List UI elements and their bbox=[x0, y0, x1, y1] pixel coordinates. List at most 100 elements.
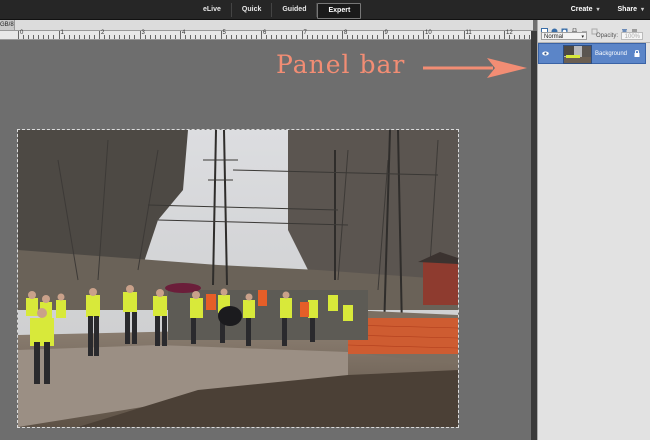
ruler-major-tick bbox=[180, 31, 181, 39]
ruler-minor-tick bbox=[240, 35, 242, 39]
layer-lock-icon[interactable] bbox=[634, 50, 640, 57]
mode-switcher: eLive Quick Guided Expert bbox=[193, 3, 362, 19]
ruler-minor-tick bbox=[347, 35, 349, 39]
ruler-minor-tick bbox=[144, 35, 146, 39]
ruler-minor-tick bbox=[245, 35, 247, 39]
ruler-minor-tick bbox=[458, 35, 460, 39]
ruler-minor-tick bbox=[316, 35, 318, 39]
layer-row-background[interactable]: Background bbox=[538, 43, 646, 64]
lock-all-icon[interactable] bbox=[581, 22, 588, 35]
ruler-minor-tick bbox=[266, 35, 268, 39]
mode-quick-button[interactable]: Quick bbox=[232, 3, 273, 17]
lock-icon[interactable] bbox=[571, 22, 578, 35]
delete-layer-icon[interactable] bbox=[621, 22, 628, 35]
blend-mode-select[interactable]: Normal ▾ bbox=[541, 32, 587, 40]
ruler-minor-tick bbox=[225, 35, 227, 39]
panel-toolbar bbox=[538, 20, 650, 35]
blend-mode-value: Normal bbox=[544, 34, 564, 40]
ruler-minor-tick bbox=[336, 35, 338, 39]
ruler-minor-tick bbox=[291, 35, 293, 39]
ruler-minor-tick bbox=[109, 35, 111, 39]
ruler-minor-tick bbox=[438, 35, 440, 39]
document-tab[interactable]: GB/8) bbox=[0, 20, 15, 30]
ruler-minor-tick bbox=[124, 35, 126, 39]
photo-content bbox=[18, 130, 458, 427]
opacity-field[interactable]: 100% bbox=[621, 32, 643, 40]
ruler-minor-tick bbox=[357, 35, 359, 39]
ruler-major-tick bbox=[18, 31, 19, 39]
ruler-minor-tick bbox=[352, 35, 354, 39]
ruler-minor-tick bbox=[362, 35, 364, 39]
ruler-minor-tick bbox=[73, 35, 75, 39]
ruler-minor-tick bbox=[235, 35, 237, 39]
ruler-minor-tick bbox=[271, 35, 273, 39]
ruler-minor-tick bbox=[43, 35, 45, 39]
layer-name: Background bbox=[595, 51, 628, 57]
ruler-major-tick bbox=[99, 31, 100, 39]
fill-adjustment-icon[interactable] bbox=[551, 22, 558, 35]
ruler-minor-tick bbox=[498, 35, 500, 39]
layer-options: Normal ▾ Opacity: 100% bbox=[538, 31, 650, 43]
mode-bar: eLive Quick Guided Expert Create ▾ Share ▾ bbox=[0, 0, 650, 20]
ruler-minor-tick bbox=[215, 35, 217, 39]
ruler-minor-tick bbox=[230, 35, 232, 39]
ruler-minor-tick bbox=[114, 35, 116, 39]
ruler-minor-tick bbox=[311, 35, 313, 39]
ruler-minor-tick bbox=[38, 35, 40, 39]
ruler-minor-tick bbox=[195, 35, 197, 39]
panel-menu-icon[interactable] bbox=[631, 22, 638, 35]
ruler-minor-tick bbox=[372, 35, 374, 39]
ruler-major-tick bbox=[261, 31, 262, 39]
mode-guided-button[interactable]: Guided bbox=[272, 3, 318, 17]
annotation-arrow-icon bbox=[423, 58, 527, 78]
ruler-minor-tick bbox=[387, 35, 389, 39]
create-chevron-icon: ▾ bbox=[596, 7, 600, 13]
share-button[interactable]: Share ▾ bbox=[618, 3, 644, 17]
ruler-minor-tick bbox=[402, 35, 404, 39]
ruler-minor-tick bbox=[276, 35, 278, 39]
layer-mask-icon[interactable] bbox=[561, 22, 568, 35]
ruler-minor-tick bbox=[493, 35, 495, 39]
visibility-eye-icon[interactable] bbox=[542, 50, 549, 57]
ruler-minor-tick bbox=[321, 35, 323, 39]
document-image[interactable] bbox=[17, 129, 459, 428]
ruler-minor-tick bbox=[78, 35, 80, 39]
ruler-minor-tick bbox=[377, 35, 379, 39]
layer-thumbnail bbox=[563, 45, 592, 64]
ruler-minor-tick bbox=[286, 35, 288, 39]
create-label: Create bbox=[570, 6, 593, 13]
ruler-major-tick bbox=[301, 31, 303, 39]
new-layer-icon[interactable] bbox=[541, 22, 548, 35]
ruler-minor-tick bbox=[164, 35, 166, 39]
ruler-minor-tick bbox=[185, 35, 187, 39]
ruler-minor-tick bbox=[53, 35, 55, 39]
ruler-minor-tick bbox=[448, 35, 450, 39]
ruler-minor-tick bbox=[417, 35, 419, 39]
opacity-label: Opacity: bbox=[596, 33, 619, 39]
ruler-major-tick bbox=[423, 31, 424, 39]
ruler-minor-tick bbox=[326, 35, 328, 39]
horizontal-ruler[interactable]: 0 1 2 3 4 5 6 7 8 9 10 11 12 bbox=[0, 30, 533, 40]
ruler-minor-tick bbox=[367, 35, 369, 39]
ruler-minor-tick bbox=[48, 35, 50, 39]
ruler-minor-tick bbox=[83, 35, 85, 39]
create-button[interactable]: Create ▾ bbox=[571, 3, 600, 17]
layers-panel: Normal ▾ Opacity: 100% Background bbox=[537, 20, 650, 440]
mode-expert-button[interactable]: Expert bbox=[317, 3, 362, 19]
ruler-minor-tick bbox=[68, 35, 70, 39]
ruler-minor-tick bbox=[509, 35, 511, 39]
ruler-minor-tick bbox=[88, 35, 90, 39]
ruler-minor-tick bbox=[159, 35, 161, 39]
ruler-minor-tick bbox=[428, 35, 430, 39]
ruler-minor-tick bbox=[250, 35, 252, 39]
ruler-minor-tick bbox=[412, 35, 414, 39]
ruler-minor-tick bbox=[149, 35, 151, 39]
ruler-minor-tick bbox=[519, 35, 521, 39]
ruler-minor-tick bbox=[443, 35, 445, 39]
mode-elive-button[interactable]: eLive bbox=[193, 3, 232, 17]
ruler-minor-tick bbox=[468, 35, 470, 39]
ruler-minor-tick bbox=[488, 35, 490, 39]
link-icon[interactable] bbox=[591, 22, 598, 35]
ruler-minor-tick bbox=[514, 35, 516, 39]
ruler-minor-tick bbox=[433, 35, 435, 39]
